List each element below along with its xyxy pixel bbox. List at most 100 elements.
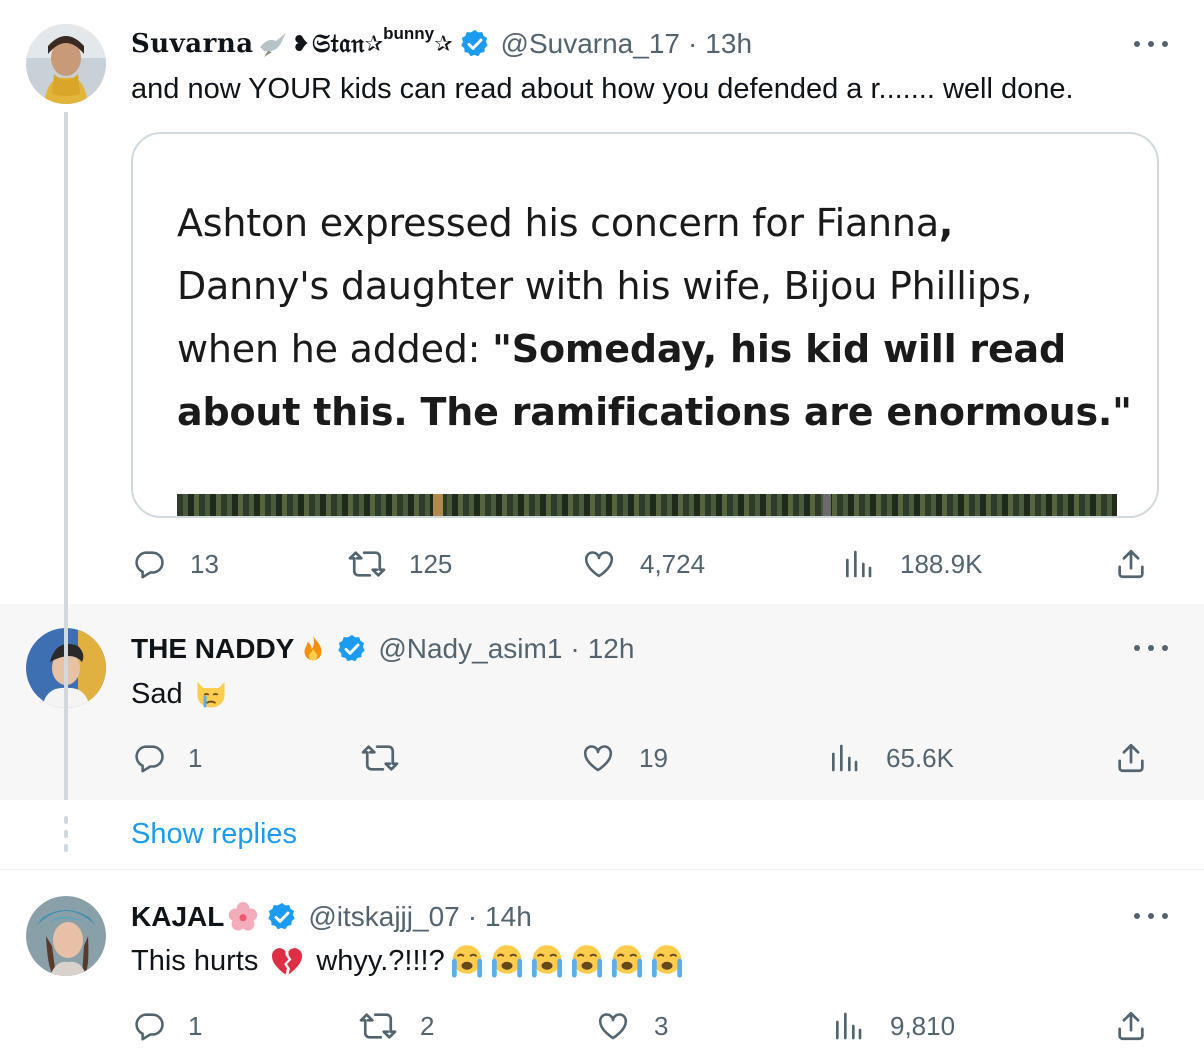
star-icon: ✰ <box>364 31 384 56</box>
share-button[interactable] <box>1114 544 1148 584</box>
reply-button[interactable]: 1 <box>132 738 202 778</box>
loudly-crying-face-icon <box>651 945 682 978</box>
repost-button[interactable]: 125 <box>347 544 452 584</box>
tweet-text-content: This hurts <box>131 944 259 977</box>
thread-dots <box>64 816 68 824</box>
timestamp[interactable]: 14h <box>485 901 532 933</box>
tweet-actions: 1 19 65.6K <box>0 738 1204 778</box>
quote-image-card[interactable]: Ashton expressed his concern for Fianna,… <box>131 132 1159 518</box>
reply-count: 1 <box>188 742 203 773</box>
display-name-decor: 𝔖𝔱𝔞𝔫 <box>312 28 365 59</box>
reply-count: 1 <box>188 1010 203 1041</box>
crying-cat-emoji-icon <box>193 676 229 712</box>
repost-button[interactable] <box>360 738 400 778</box>
like-button[interactable]: 4,724 <box>582 544 705 584</box>
view-count: 188.9K <box>900 548 983 579</box>
tweet-naddy[interactable]: THE NADDY @Nady_asim1 · 12h Sad 1 19 65.… <box>0 604 1204 800</box>
tweet-header: Suvarna ❥ 𝔖𝔱𝔞𝔫 ✰ bunny ✰ @Suvarna_17 · 1… <box>131 24 752 62</box>
display-name[interactable]: KAJAL <box>131 901 224 933</box>
repost-icon <box>359 1013 397 1039</box>
avatar[interactable] <box>26 896 106 976</box>
more-icon[interactable] <box>1134 911 1168 921</box>
repost-count: 2 <box>420 1010 435 1041</box>
share-button[interactable] <box>1114 1006 1148 1046</box>
reply-button[interactable]: 1 <box>132 1006 202 1046</box>
separator-dot: · <box>570 633 580 664</box>
tweet-kajal[interactable]: KAJAL @itskajjj_07 · 14h This hurts whyy… <box>0 871 1204 1058</box>
flower-emoji-icon <box>226 900 260 934</box>
tweet-header: THE NADDY @Nady_asim1 · 12h <box>131 631 634 667</box>
verified-badge-icon <box>460 30 488 57</box>
tweet-actions: 1 2 3 9,810 <box>0 1006 1204 1046</box>
more-icon[interactable] <box>1134 39 1168 49</box>
image-detail <box>823 494 831 516</box>
reply-icon <box>135 745 164 773</box>
thread-dots <box>64 830 68 838</box>
avatar[interactable] <box>26 24 106 104</box>
repost-icon <box>361 745 399 771</box>
tweet-text: Sad <box>131 674 229 714</box>
share-icon <box>1118 549 1144 579</box>
share-button[interactable] <box>1114 738 1148 778</box>
separator-dot: · <box>687 28 698 59</box>
loudly-crying-face-icon <box>611 945 642 978</box>
views-icon <box>846 550 872 578</box>
views-icon <box>836 1012 862 1040</box>
tweet-text: This hurts whyy.?!!!? <box>131 941 687 981</box>
views-button[interactable]: 188.9K <box>842 544 982 584</box>
reply-icon <box>135 1013 164 1041</box>
verified-badge-icon <box>338 635 366 662</box>
repost-count: 125 <box>409 548 453 579</box>
view-count: 9,810 <box>890 1010 956 1041</box>
separator-dot: · <box>467 901 478 932</box>
thread-dots <box>64 844 68 852</box>
image-detail <box>433 494 443 516</box>
timestamp[interactable]: 13h <box>705 28 752 60</box>
view-count: 65.6K <box>886 742 954 773</box>
broken-heart-emoji-icon <box>268 943 306 979</box>
like-icon <box>583 745 613 772</box>
display-name-sup: bunny <box>383 24 435 43</box>
quote-image-text: Ashton expressed his concern for Fianna,… <box>177 201 1132 434</box>
reply-icon <box>135 551 164 579</box>
repost-button[interactable]: 2 <box>358 1006 434 1046</box>
user-handle[interactable]: @itskajjj_07 <box>308 901 459 933</box>
verified-badge-icon <box>268 903 296 930</box>
thread-line <box>64 112 68 604</box>
like-icon <box>598 1013 628 1040</box>
loudly-crying-face-icon <box>531 945 562 978</box>
tweet-text-content: Sad <box>131 677 183 710</box>
user-handle[interactable]: @Suvarna_17 <box>501 28 680 60</box>
image-photo-strip <box>177 494 1117 516</box>
reply-button[interactable]: 13 <box>132 544 219 584</box>
share-icon <box>1118 743 1144 773</box>
display-name[interactable]: Suvarna <box>131 29 254 59</box>
user-handle[interactable]: @Nady_asim1 <box>378 633 562 665</box>
like-count: 3 <box>654 1010 669 1041</box>
loudly-crying-face-icon <box>571 945 602 978</box>
share-icon <box>1118 1011 1144 1041</box>
like-count: 4,724 <box>640 548 706 579</box>
timestamp[interactable]: 12h <box>588 633 635 665</box>
loudly-crying-face-icon <box>491 945 522 978</box>
butterfly-icon: ❥ <box>291 31 311 56</box>
fire-emoji-icon <box>296 632 330 666</box>
like-icon <box>584 551 614 578</box>
like-button[interactable]: 3 <box>596 1006 668 1046</box>
display-name[interactable]: THE NADDY <box>131 633 294 665</box>
crying-face-emoji-row <box>447 942 687 980</box>
star-icon: ✰ <box>434 31 453 56</box>
tweet-text: and now YOUR kids can read about how you… <box>131 72 1074 105</box>
tweet-suvarna[interactable]: Suvarna ❥ 𝔖𝔱𝔞𝔫 ✰ bunny ✰ @Suvarna_17 · 1… <box>0 0 1204 604</box>
loudly-crying-face-icon <box>451 945 482 978</box>
tweet-text-content: whyy.?!!!? <box>316 944 445 977</box>
reply-count: 13 <box>190 548 219 579</box>
views-button[interactable]: 9,810 <box>832 1006 955 1046</box>
dove-emoji-icon <box>258 31 288 57</box>
repost-icon <box>348 551 386 577</box>
more-icon[interactable] <box>1134 643 1168 653</box>
like-button[interactable]: 19 <box>581 738 668 778</box>
tweet-header: KAJAL @itskajjj_07 · 14h <box>131 899 532 935</box>
views-button[interactable]: 65.6K <box>828 738 954 778</box>
show-replies-link[interactable]: Show replies <box>131 818 297 851</box>
